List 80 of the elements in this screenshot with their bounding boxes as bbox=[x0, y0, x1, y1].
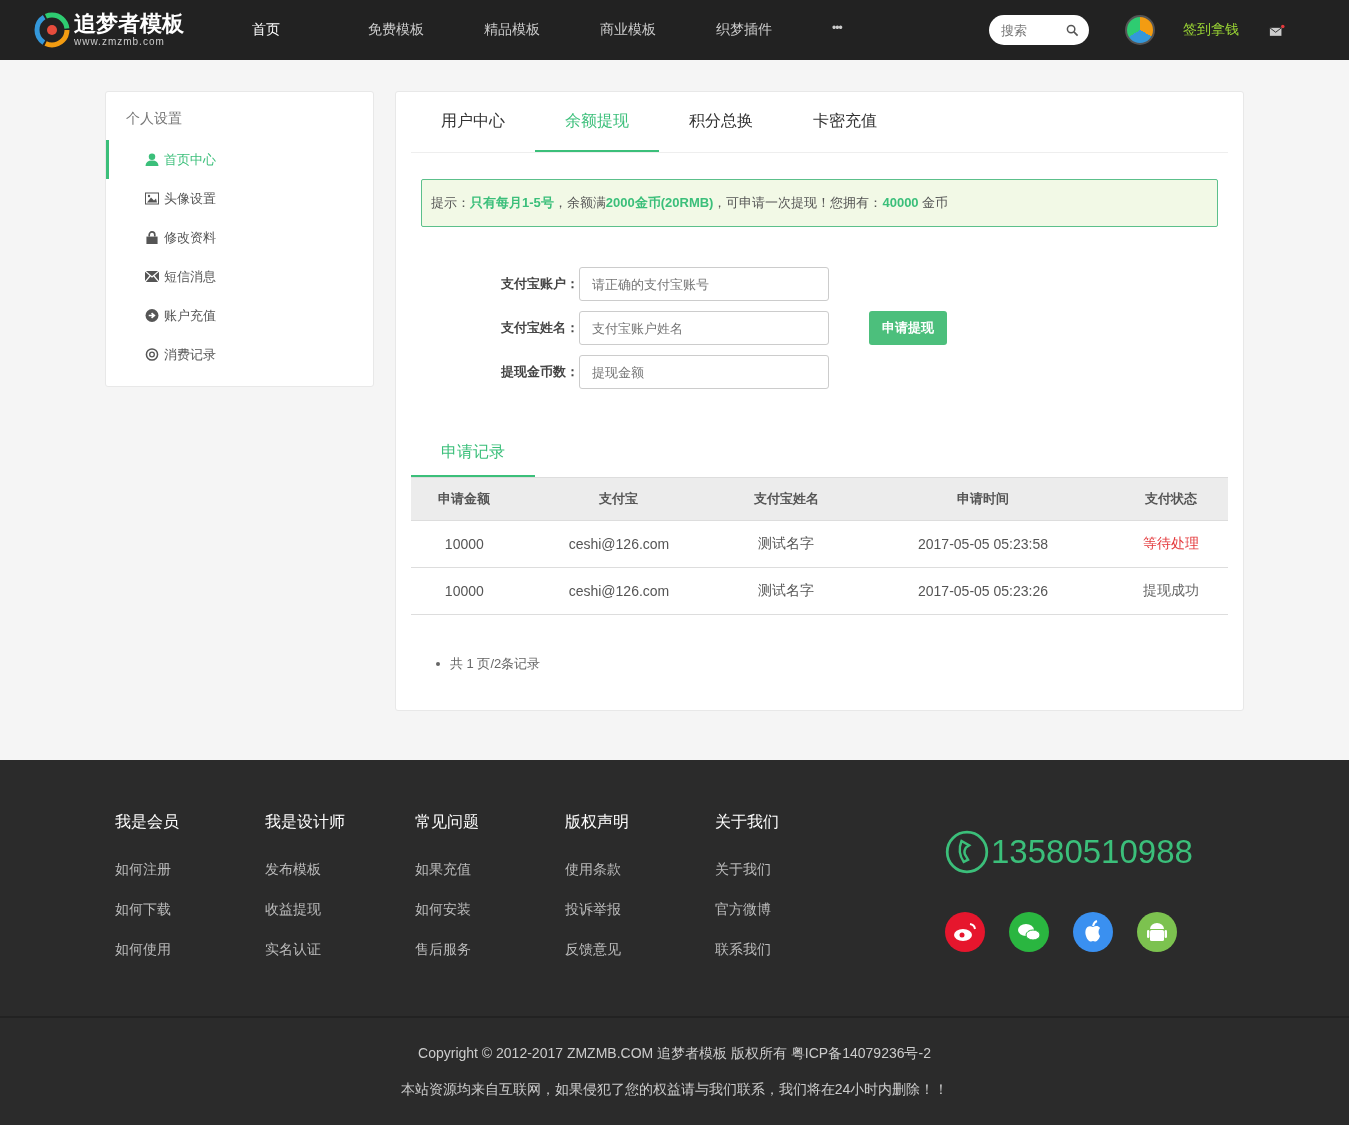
table-cell: 测试名字 bbox=[758, 535, 815, 551]
table-cell: 10000 bbox=[444, 536, 484, 552]
footer-heading: 关于我们 bbox=[715, 812, 779, 832]
table-cell: 2017-05-05 05:23:26 bbox=[918, 583, 1048, 599]
chat-bubbles-icon[interactable] bbox=[1009, 912, 1049, 952]
apple-icon[interactable] bbox=[1073, 912, 1113, 952]
footer-heading: 版权声明 bbox=[565, 812, 629, 832]
arrow-circle-icon bbox=[145, 309, 159, 322]
disclaimer-text: 本站资源均来自互联网，如果侵犯了您的权益请与我们联系，我们将在24小时内删除！！ bbox=[400, 1081, 949, 1099]
tab[interactable]: 卡密充值 bbox=[783, 92, 907, 152]
footer-link[interactable]: 实名认证 bbox=[265, 941, 321, 959]
nav-link[interactable]: 免费模板 bbox=[368, 21, 484, 39]
logo-icon bbox=[32, 10, 72, 50]
table-cell: 2017-05-05 05:23:58 bbox=[918, 536, 1048, 552]
table-cell: ceshi@126.com bbox=[568, 583, 670, 599]
footer-link[interactable]: 如果充值 bbox=[415, 861, 471, 879]
more-link[interactable]: ••• bbox=[832, 21, 872, 39]
nav-link[interactable]: 首页 bbox=[252, 21, 368, 39]
table-cell: 10000 bbox=[444, 583, 484, 599]
footer-link[interactable]: 官方微博 bbox=[715, 901, 771, 919]
footer-link[interactable]: 如何下载 bbox=[115, 901, 171, 919]
footer-heading: 我是会员 bbox=[115, 812, 179, 832]
sidebar-item[interactable]: 头像设置 bbox=[106, 179, 373, 218]
input-field[interactable]: 支付宝账户姓名 bbox=[579, 311, 829, 345]
logo-title: 追梦者模板 bbox=[74, 13, 184, 35]
footer-link[interactable]: 如何安装 bbox=[415, 901, 471, 919]
tab[interactable]: 用户中心 bbox=[411, 92, 535, 152]
footer-link[interactable]: 关于我们 bbox=[715, 861, 771, 879]
mail-icon[interactable] bbox=[1269, 23, 1285, 37]
input-field[interactable]: 请正确的支付宝账号 bbox=[579, 267, 829, 301]
footer-link[interactable]: 如何使用 bbox=[115, 941, 171, 959]
footer-link[interactable]: 售后服务 bbox=[415, 941, 471, 959]
notice-banner: 提示：只有每月1-5号，余额满2000金币(20RMB)，可申请一次提现！您拥有：40000 金币 bbox=[421, 179, 1218, 227]
column-header: 支付状态 bbox=[1144, 491, 1197, 506]
lock-icon bbox=[145, 231, 159, 244]
status-text: 等待处理 bbox=[1142, 535, 1199, 551]
bullet-icon bbox=[436, 662, 440, 666]
sidebar-item[interactable]: 消费记录 bbox=[106, 335, 373, 374]
field-label: 支付宝账户： bbox=[500, 275, 579, 293]
nav-link[interactable]: 商业模板 bbox=[600, 21, 716, 39]
footer-link[interactable]: 投诉举报 bbox=[565, 901, 621, 919]
search-icon bbox=[1066, 24, 1079, 37]
footer-link[interactable]: 发布模板 bbox=[265, 861, 321, 879]
envelope-icon bbox=[145, 270, 159, 283]
column-header: 申请金额 bbox=[438, 491, 491, 506]
logo-url: www.zmzmb.com bbox=[74, 37, 166, 47]
sidebar-item[interactable]: 账户充值 bbox=[106, 296, 373, 335]
tab[interactable]: 积分总换 bbox=[659, 92, 783, 152]
avatar-icon[interactable] bbox=[1125, 15, 1155, 45]
table-cell: ceshi@126.com bbox=[568, 536, 670, 552]
nav-link[interactable]: 精品模板 bbox=[484, 21, 600, 39]
nav-link[interactable]: 织梦插件 bbox=[716, 21, 832, 39]
search-field[interactable]: 搜索 bbox=[989, 15, 1089, 45]
sidebar-item[interactable]: 短信消息 bbox=[106, 257, 373, 296]
sidebar-item[interactable]: 修改资料 bbox=[106, 218, 373, 257]
field-label: 提现金币数： bbox=[500, 363, 579, 381]
footer-link[interactable]: 使用条款 bbox=[565, 861, 621, 879]
pagination-text: 共 1 页/2条记录 bbox=[450, 655, 541, 673]
footer-link[interactable]: 如何注册 bbox=[115, 861, 171, 879]
user-icon bbox=[145, 153, 159, 166]
footer-link[interactable]: 联系我们 bbox=[715, 941, 771, 959]
phone-number: 13580510988 bbox=[991, 833, 1193, 871]
column-header: 申请时间 bbox=[957, 491, 1009, 506]
column-header: 支付宝姓名 bbox=[754, 491, 819, 506]
column-header: 支付宝 bbox=[599, 491, 639, 506]
table-cell: 测试名字 bbox=[758, 582, 815, 598]
footer-heading: 常见问题 bbox=[415, 812, 479, 832]
image-icon bbox=[145, 192, 159, 205]
field-label: 支付宝姓名： bbox=[500, 319, 579, 337]
status-text: 提现成功 bbox=[1142, 582, 1199, 598]
registered-icon bbox=[145, 348, 159, 361]
footer-link[interactable]: 反馈意见 bbox=[565, 941, 621, 959]
sidebar-title: 个人设置 bbox=[125, 110, 183, 128]
android-icon[interactable] bbox=[1137, 912, 1177, 952]
input-field[interactable]: 提现金额 bbox=[579, 355, 829, 389]
weibo-icon[interactable] bbox=[945, 912, 985, 952]
signin-link[interactable]: 签到拿钱 bbox=[1183, 21, 1239, 39]
copyright-text: Copyright © 2012-2017 ZMZMB.COM 追梦者模板 版权所有 粤ICP备14079236号-2 bbox=[418, 1045, 931, 1063]
footer-heading: 我是设计师 bbox=[265, 812, 345, 832]
footer-link[interactable]: 收益提现 bbox=[265, 901, 321, 919]
